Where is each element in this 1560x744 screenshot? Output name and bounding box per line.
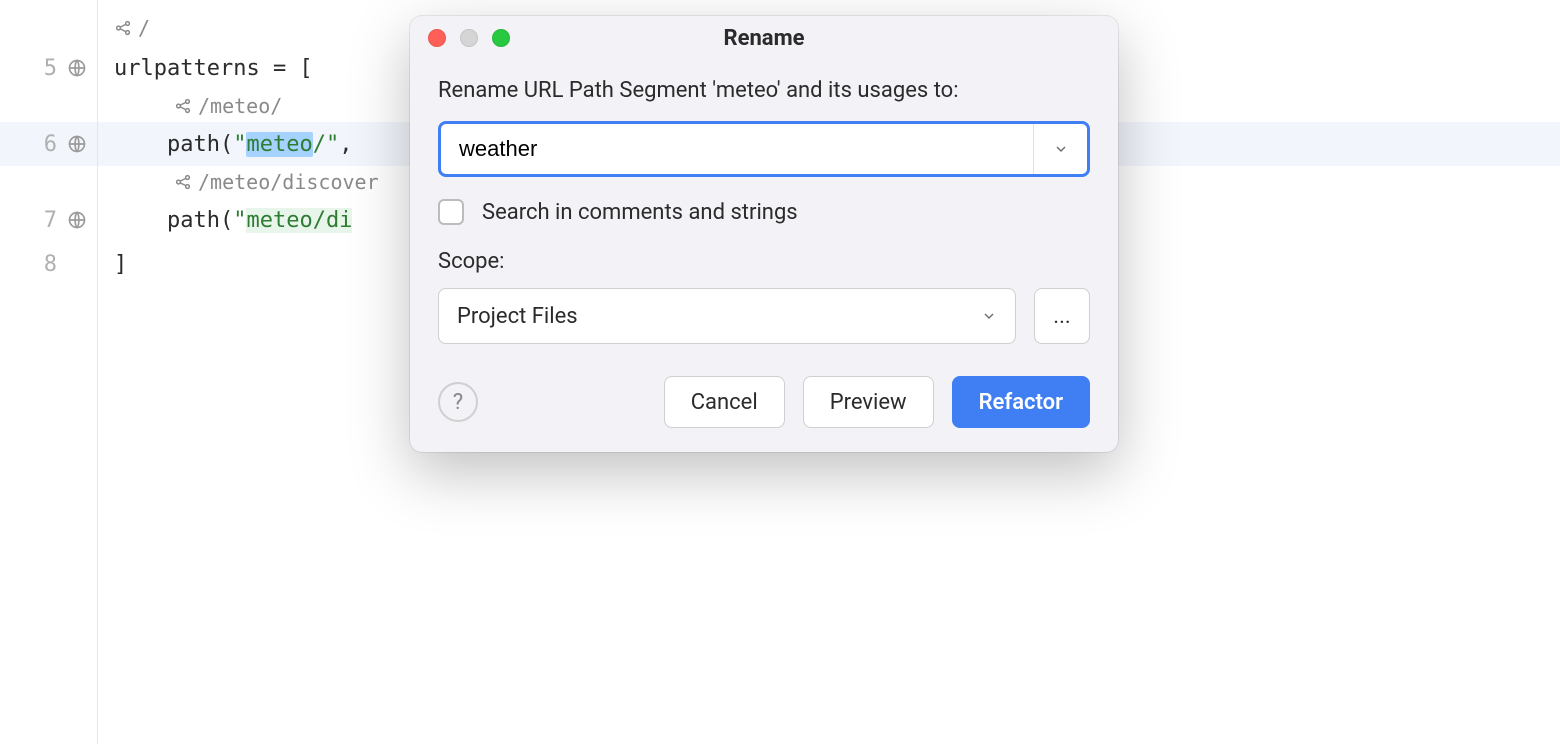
line-number: 7 bbox=[44, 208, 57, 233]
gutter-row: 6 bbox=[0, 122, 97, 166]
gutter: 5 6 7 8 bbox=[0, 0, 98, 744]
url-annotation: /meteo/discover bbox=[198, 170, 379, 194]
refactor-button[interactable]: Refactor bbox=[952, 376, 1090, 428]
gutter-row: 5 bbox=[0, 46, 97, 90]
line-number: 6 bbox=[44, 132, 57, 157]
scope-edit-button[interactable]: ... bbox=[1034, 288, 1090, 344]
endpoint-icon[interactable] bbox=[67, 134, 87, 154]
cancel-button[interactable]: Cancel bbox=[664, 376, 785, 428]
dialog-titlebar: Rename bbox=[410, 16, 1118, 60]
selected-text: meteo bbox=[246, 132, 312, 157]
line-number: 5 bbox=[44, 56, 57, 81]
chevron-down-icon bbox=[981, 308, 997, 324]
scope-value: Project Files bbox=[457, 304, 578, 329]
url-annotation: /meteo/ bbox=[198, 94, 282, 118]
line-number: 8 bbox=[44, 252, 57, 277]
share-icon bbox=[174, 97, 192, 115]
share-icon bbox=[174, 173, 192, 191]
scope-select[interactable]: Project Files bbox=[438, 288, 1016, 344]
dialog-title: Rename bbox=[410, 26, 1118, 51]
search-comments-checkbox[interactable] bbox=[438, 199, 464, 225]
gutter-row: 8 bbox=[0, 242, 97, 286]
breadcrumb-root: / bbox=[138, 16, 150, 40]
endpoint-icon[interactable] bbox=[67, 210, 87, 230]
history-dropdown-button[interactable] bbox=[1033, 124, 1087, 174]
chevron-down-icon bbox=[1053, 141, 1069, 157]
share-icon bbox=[114, 19, 132, 37]
scope-label: Scope: bbox=[438, 249, 1090, 274]
rename-input[interactable] bbox=[441, 124, 1033, 174]
endpoint-icon[interactable] bbox=[67, 58, 87, 78]
preview-button[interactable]: Preview bbox=[803, 376, 934, 428]
gutter-row: 7 bbox=[0, 198, 97, 242]
checkbox-label: Search in comments and strings bbox=[482, 200, 798, 225]
rename-input-wrap bbox=[438, 121, 1090, 177]
rename-dialog: Rename Rename URL Path Segment 'meteo' a… bbox=[410, 16, 1118, 452]
help-button[interactable]: ? bbox=[438, 382, 478, 422]
dialog-instruction: Rename URL Path Segment 'meteo' and its … bbox=[438, 78, 1090, 103]
